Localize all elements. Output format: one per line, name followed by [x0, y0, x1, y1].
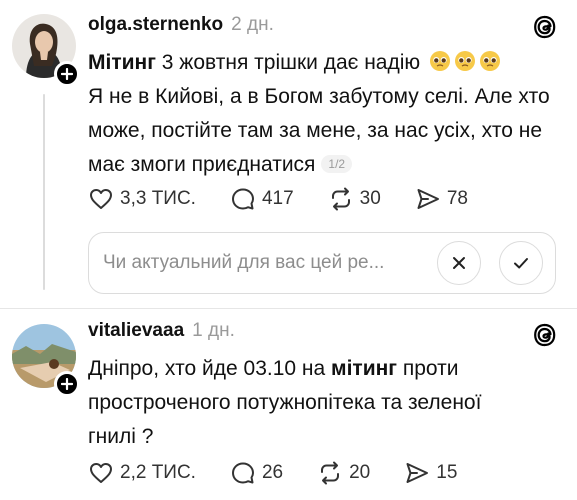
post-text-line1: 3 жовтня трішки дає надію: [155, 51, 421, 74]
comment-icon: [231, 462, 254, 484]
repost-icon: [331, 187, 350, 211]
check-icon: [514, 258, 528, 269]
repost-count: 30: [359, 188, 381, 209]
like-count: 2,2 ТИС.: [120, 462, 196, 483]
repost-icon: [321, 461, 340, 485]
keyword[interactable]: мітинг: [331, 357, 397, 380]
post-text-body: Я не в Кийові, а в Богом забутому селі. …: [88, 85, 550, 176]
share-button[interactable]: 15: [404, 460, 457, 486]
post-text: Дніпро, хто йде 03.10 на мітинг проти пр…: [88, 352, 528, 454]
comment-button[interactable]: 26: [230, 460, 283, 486]
post-text: Мітинг 3 жовтня трішки дає надію Я не в …: [88, 46, 558, 182]
pleading-face-icon: [479, 51, 500, 71]
close-icon: [453, 257, 465, 269]
heart-icon: [90, 463, 112, 483]
repost-button[interactable]: 20: [317, 460, 370, 486]
post-header: vitalievaaa 1 дн.: [88, 320, 235, 342]
relevant-button[interactable]: [499, 241, 543, 285]
comment-icon: [231, 188, 254, 210]
action-bar: 2,2 ТИС. 26 20 15: [88, 460, 491, 486]
share-count: 15: [436, 462, 458, 483]
share-icon: [406, 463, 429, 483]
follow-plus-icon[interactable]: [54, 61, 80, 87]
share-icon: [417, 189, 439, 209]
like-button[interactable]: 2,2 ТИС.: [88, 460, 196, 486]
relevance-feedback-bar: Чи актуальний для вас цей ре...: [88, 232, 556, 294]
repost-count: 20: [349, 462, 371, 483]
not-relevant-button[interactable]: [437, 241, 481, 285]
post-header: olga.sternenko 2 дн.: [88, 14, 274, 36]
follow-plus-icon[interactable]: [54, 371, 80, 397]
threads-logo-icon[interactable]: [532, 322, 558, 348]
share-button[interactable]: 78: [415, 186, 468, 212]
like-button[interactable]: 3,3 ТИС.: [88, 186, 196, 212]
post-2: vitalievaaa 1 дн. Дніпро, хто йде 03.10 …: [0, 310, 577, 500]
keyword[interactable]: Мітинг: [88, 51, 156, 74]
comment-button[interactable]: 417: [230, 186, 294, 212]
username[interactable]: olga.sternenko: [88, 14, 223, 36]
action-bar: 3,3 ТИС. 417 30 78: [88, 186, 502, 212]
like-count: 3,3 ТИС.: [120, 188, 196, 209]
threads-logo-icon[interactable]: [532, 14, 558, 40]
pleading-face-icon: [429, 51, 450, 71]
comment-count: 26: [261, 462, 284, 483]
timestamp: 2 дн.: [231, 14, 274, 35]
post-divider: [0, 308, 577, 309]
page-count-badge: 1/2: [321, 155, 353, 173]
timestamp: 1 дн.: [192, 320, 235, 341]
heart-icon: [90, 189, 112, 209]
feedback-question: Чи актуальний для вас цей ре...: [103, 252, 385, 273]
repost-button[interactable]: 30: [328, 186, 381, 212]
comment-count: 417: [261, 188, 294, 209]
post-text-before: Дніпро, хто йде 03.10 на: [88, 357, 332, 380]
share-count: 78: [446, 188, 468, 209]
thread-line: [43, 94, 45, 290]
username[interactable]: vitalievaaa: [88, 320, 184, 342]
pleading-face-icon: [454, 51, 475, 71]
